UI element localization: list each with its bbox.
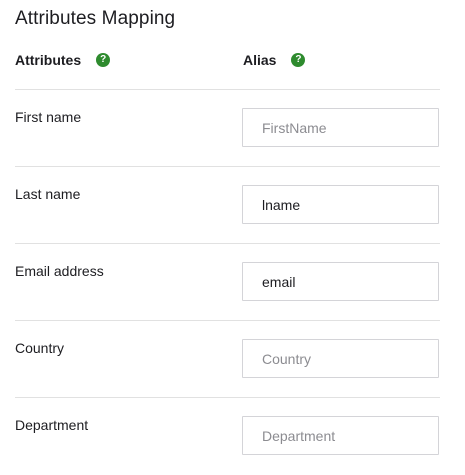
attribute-row-email-address: Email address xyxy=(15,243,440,321)
attribute-row-first-name: First name xyxy=(15,89,440,167)
alias-input-department[interactable] xyxy=(242,416,439,455)
alias-header-label: Alias xyxy=(243,52,277,68)
attribute-label: First name xyxy=(15,109,82,125)
table-header: Attributes ? Alias ? xyxy=(15,52,440,72)
attribute-row-country: Country xyxy=(15,320,440,398)
attribute-label: Department xyxy=(15,417,89,433)
alias-input-country[interactable] xyxy=(242,339,439,378)
attribute-row-department: Department xyxy=(15,397,440,475)
attributes-header-label: Attributes xyxy=(15,52,82,68)
alias-input-email-address[interactable] xyxy=(242,262,439,301)
attributes-column-header: Attributes ? xyxy=(15,52,111,68)
alias-help-icon[interactable]: ? xyxy=(291,53,306,67)
attribute-label: Email address xyxy=(15,263,104,279)
attribute-row-last-name: Last name xyxy=(15,166,440,244)
attribute-label: Last name xyxy=(15,186,81,202)
alias-input-last-name[interactable] xyxy=(242,185,439,224)
attribute-label: Country xyxy=(15,340,65,356)
alias-input-first-name[interactable] xyxy=(242,108,439,147)
alias-column-header: Alias ? xyxy=(243,52,306,68)
page-title: Attributes Mapping xyxy=(15,8,176,29)
attributes-help-icon[interactable]: ? xyxy=(96,53,111,67)
